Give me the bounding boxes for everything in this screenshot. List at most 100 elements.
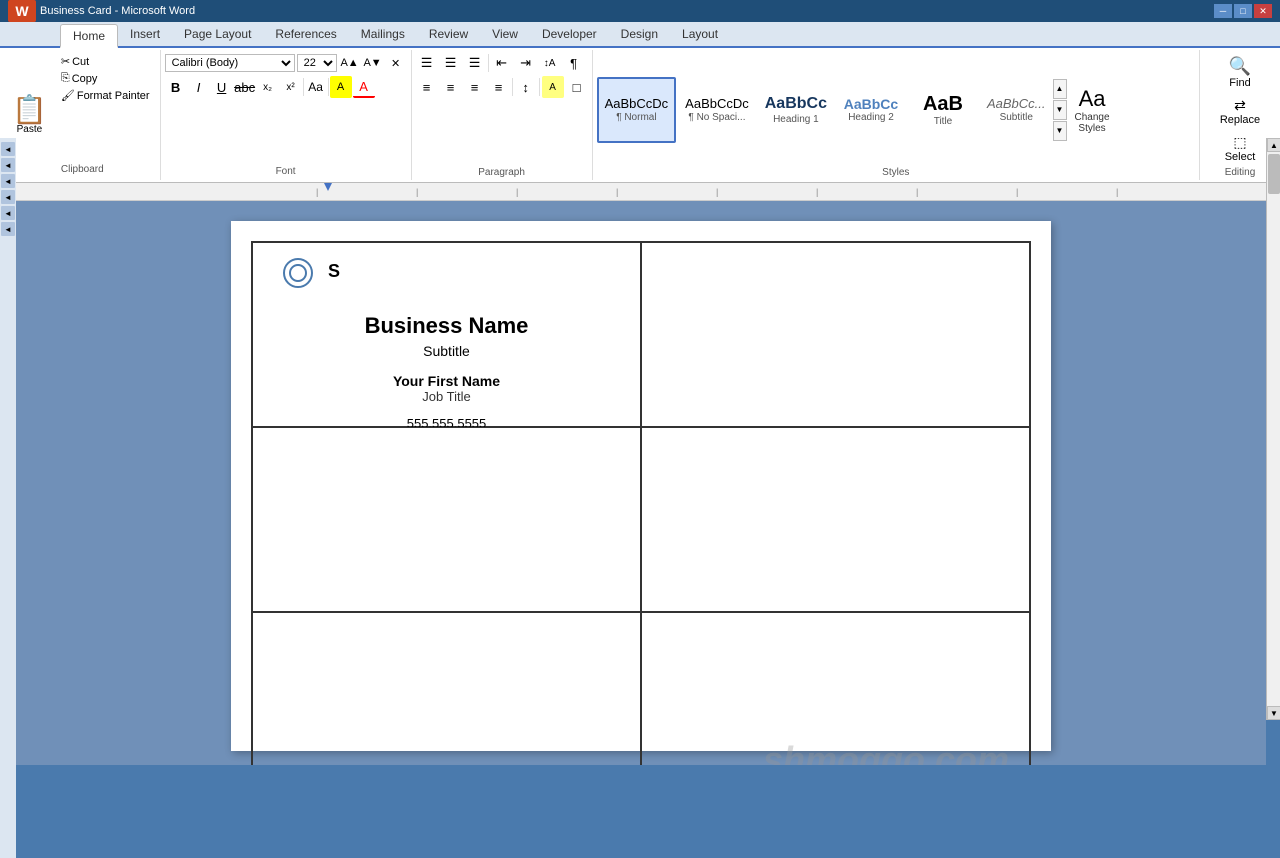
style-subtitle-preview: AaBbCc... [987, 96, 1046, 112]
close-btn[interactable]: ✕ [1254, 4, 1272, 18]
sidebar-btn-3[interactable]: ◄ [1, 174, 15, 188]
find-button[interactable]: 🔍 Find [1204, 52, 1276, 93]
shading-button[interactable]: A [542, 76, 564, 98]
decrease-font-size-button[interactable]: A▼ [362, 52, 384, 74]
style-no-spacing[interactable]: AaBbCcDc ¶ No Spaci... [678, 77, 756, 143]
sidebar-btn-4[interactable]: ◄ [1, 190, 15, 204]
tab-layout[interactable]: Layout [670, 22, 730, 46]
tab-home[interactable]: Home [60, 24, 118, 48]
font-color-button[interactable]: A [353, 76, 375, 98]
document-area[interactable]: S Business Name Subtitle Your First Name… [16, 201, 1266, 765]
card-logo-inner [289, 264, 307, 282]
clear-formatting-button[interactable]: ✕ [385, 52, 407, 74]
change-styles-button[interactable]: Aa ChangeStyles [1067, 82, 1118, 138]
paragraph-group: ☰ ☰ ☰ ⇤ ⇥ ↕A ¶ ≡ ≡ ≡ ≡ ↕ A □ Paragraph [412, 50, 593, 180]
sidebar-btn-6[interactable]: ◄ [1, 222, 15, 236]
subscript-button[interactable]: x₂ [257, 76, 279, 98]
style-subtitle[interactable]: AaBbCc... Subtitle [980, 77, 1053, 143]
sidebar-btn-5[interactable]: ◄ [1, 206, 15, 220]
cut-button[interactable]: ✂ Cut [57, 54, 154, 69]
sidebar-btn-2[interactable]: ◄ [1, 158, 15, 172]
copy-label: Copy [72, 73, 98, 85]
paragraph-group-label: Paragraph [416, 167, 588, 178]
para-div2 [512, 78, 513, 96]
copy-button[interactable]: ⎘ Copy [57, 71, 154, 86]
replace-icon: ⇄ [1234, 97, 1246, 114]
styles-scroll-up[interactable]: ▲ [1053, 79, 1067, 99]
tab-page-layout[interactable]: Page Layout [172, 22, 263, 46]
justify-button[interactable]: ≡ [488, 76, 510, 98]
style-title[interactable]: AaB Title [908, 77, 978, 143]
font-size-select[interactable]: 22 11 12 14 16 18 24 [297, 54, 337, 72]
card-logo [283, 258, 313, 288]
scroll-down-arrow[interactable]: ▼ [1267, 706, 1280, 720]
tab-developer[interactable]: Developer [530, 22, 609, 46]
styles-scroll-down[interactable]: ▼ [1053, 100, 1067, 120]
ribbon-tabs: Home Insert Page Layout References Maili… [0, 22, 1280, 48]
increase-indent-button[interactable]: ⇥ [515, 52, 537, 74]
numbering-button[interactable]: ☰ [440, 52, 462, 74]
minimize-btn[interactable]: ─ [1214, 4, 1232, 18]
sort-button[interactable]: ↕A [539, 52, 561, 74]
borders-button[interactable]: □ [566, 76, 588, 98]
card-bottom-left[interactable] [252, 612, 641, 765]
styles-expand[interactable]: ▼ [1053, 121, 1067, 141]
right-scrollbar: ▲ ▼ [1266, 138, 1280, 720]
style-heading1[interactable]: AaBbCc Heading 1 [758, 77, 834, 143]
divider2 [328, 78, 329, 96]
para-div1 [488, 54, 489, 72]
style-heading1-label: Heading 1 [773, 114, 819, 125]
paste-icon: 📋 [12, 96, 47, 124]
tab-references[interactable]: References [263, 22, 348, 46]
style-no-spacing-label: ¶ No Spaci... [688, 112, 745, 123]
tab-review[interactable]: Review [417, 22, 480, 46]
superscript-button[interactable]: x² [280, 76, 302, 98]
tab-design[interactable]: Design [609, 22, 670, 46]
bullets-button[interactable]: ☰ [416, 52, 438, 74]
bold-button[interactable]: B [165, 76, 187, 98]
show-hide-button[interactable]: ¶ [563, 52, 585, 74]
replace-button[interactable]: ⇄ Replace [1204, 93, 1276, 130]
find-label: Find [1229, 77, 1250, 89]
font-family-select[interactable]: Calibri (Body) [165, 54, 295, 72]
underline-button[interactable]: U [211, 76, 233, 98]
decrease-indent-button[interactable]: ⇤ [491, 52, 513, 74]
card-top-right[interactable] [641, 242, 1030, 427]
align-center-button[interactable]: ≡ [440, 76, 462, 98]
scroll-up-arrow[interactable]: ▲ [1267, 138, 1280, 152]
tab-view[interactable]: View [480, 22, 530, 46]
font-top-row: Calibri (Body) 22 11 12 14 16 18 24 A▲ A… [165, 52, 407, 74]
tab-insert[interactable]: Insert [118, 22, 172, 46]
card-middle-right[interactable] [641, 427, 1030, 612]
multilevel-list-button[interactable]: ☰ [464, 52, 486, 74]
card-grid: S Business Name Subtitle Your First Name… [251, 241, 1031, 765]
select-icon: ⬚ [1233, 134, 1246, 151]
style-normal-label: ¶ Normal [616, 112, 656, 123]
card-top-left[interactable]: S Business Name Subtitle Your First Name… [252, 242, 641, 427]
find-icon: 🔍 [1229, 56, 1251, 77]
maximize-btn[interactable]: □ [1234, 4, 1252, 18]
office-logo[interactable]: W [8, 0, 36, 22]
style-heading2[interactable]: AaBbCc Heading 2 [836, 77, 906, 143]
align-left-button[interactable]: ≡ [416, 76, 438, 98]
change-case-button[interactable]: Aa [305, 76, 327, 98]
strikethrough-button[interactable]: abc [234, 76, 256, 98]
text-highlight-button[interactable]: A [330, 76, 352, 98]
increase-font-size-button[interactable]: A▲ [339, 52, 361, 74]
watermark: shmoggo.com [763, 739, 1009, 765]
card-bottom-right[interactable]: shmoggo.com [641, 612, 1030, 765]
align-right-button[interactable]: ≡ [464, 76, 486, 98]
line-spacing-button[interactable]: ↕ [515, 76, 537, 98]
format-painter-button[interactable]: 🖌 Format Painter [57, 88, 154, 103]
font-group-label: Font [165, 165, 407, 178]
sidebar-btn-1[interactable]: ◄ [1, 142, 15, 156]
tab-mailings[interactable]: Mailings [349, 22, 417, 46]
ruler-tab-indicator [324, 183, 332, 191]
card-middle-left[interactable] [252, 427, 641, 612]
scroll-thumb[interactable] [1268, 154, 1280, 194]
italic-button[interactable]: I [188, 76, 210, 98]
style-subtitle-label: Subtitle [1000, 112, 1033, 123]
clipboard-right: ✂ Cut ⎘ Copy 🖌 Format Painter Clipboard [55, 52, 156, 178]
styles-scroll: ▲ ▼ ▼ [1053, 79, 1067, 141]
style-normal[interactable]: AaBbCcDc ¶ Normal [597, 77, 677, 143]
